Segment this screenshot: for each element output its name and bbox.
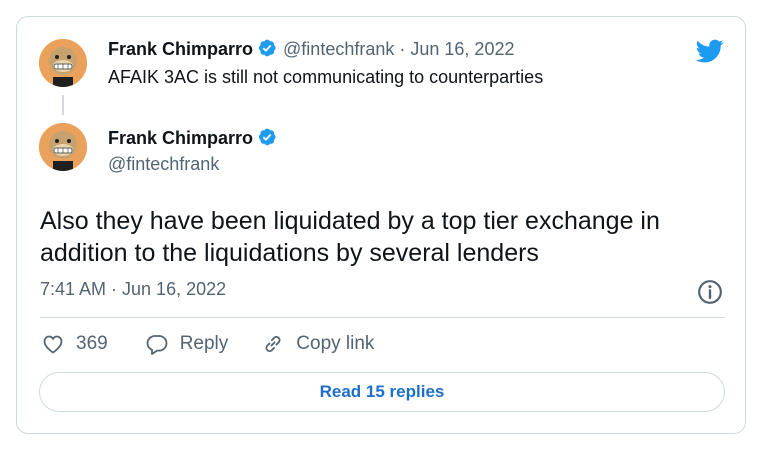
like-count: 369 [76,333,108,354]
link-icon [265,336,281,352]
avatar[interactable] [39,39,87,87]
thread-connector-line [62,95,64,115]
quoted-handle[interactable]: @fintechfrank [283,39,394,59]
main-handle[interactable]: @fintechfrank [108,154,219,175]
quoted-tweet-text: AFAIK 3AC is still not communicating to … [108,67,544,87]
copy-link-label: Copy link [296,333,375,354]
verified-badge-icon [258,128,276,146]
main-author-name[interactable]: Frank Chimparro [108,128,253,148]
read-replies-button[interactable]: Read 15 replies [39,372,725,412]
action-bar: 369 Reply Copy link [40,329,374,359]
reply-button[interactable]: Reply [144,332,229,356]
like-button[interactable]: 369 [40,332,108,356]
verified-badge-icon [258,39,276,57]
info-icon[interactable] [697,279,723,305]
reply-bubble-icon [146,335,168,355]
avatar[interactable] [39,123,87,171]
tweet-timestamp[interactable]: 7:41 AM · Jun 16, 2022 [40,279,226,300]
main-author-row: Frank Chimparro [108,127,277,149]
twitter-bird-icon[interactable] [694,37,726,65]
embedded-tweet-card: Frank Chimparro @fintechfrank · Jun 16, 2… [16,16,746,434]
copy-link-button[interactable]: Copy link [260,332,374,356]
divider [40,317,725,318]
separator-dot: · [399,39,406,59]
tweet-body-text: Also they have been liquidated by a top … [40,207,660,267]
reply-label: Reply [179,333,229,354]
quoted-tweet-header: Frank Chimparro @fintechfrank · Jun 16, 2… [108,38,514,60]
quoted-author-name[interactable]: Frank Chimparro [108,39,253,59]
heart-icon [43,335,63,354]
quoted-date[interactable]: Jun 16, 2022 [410,39,514,59]
